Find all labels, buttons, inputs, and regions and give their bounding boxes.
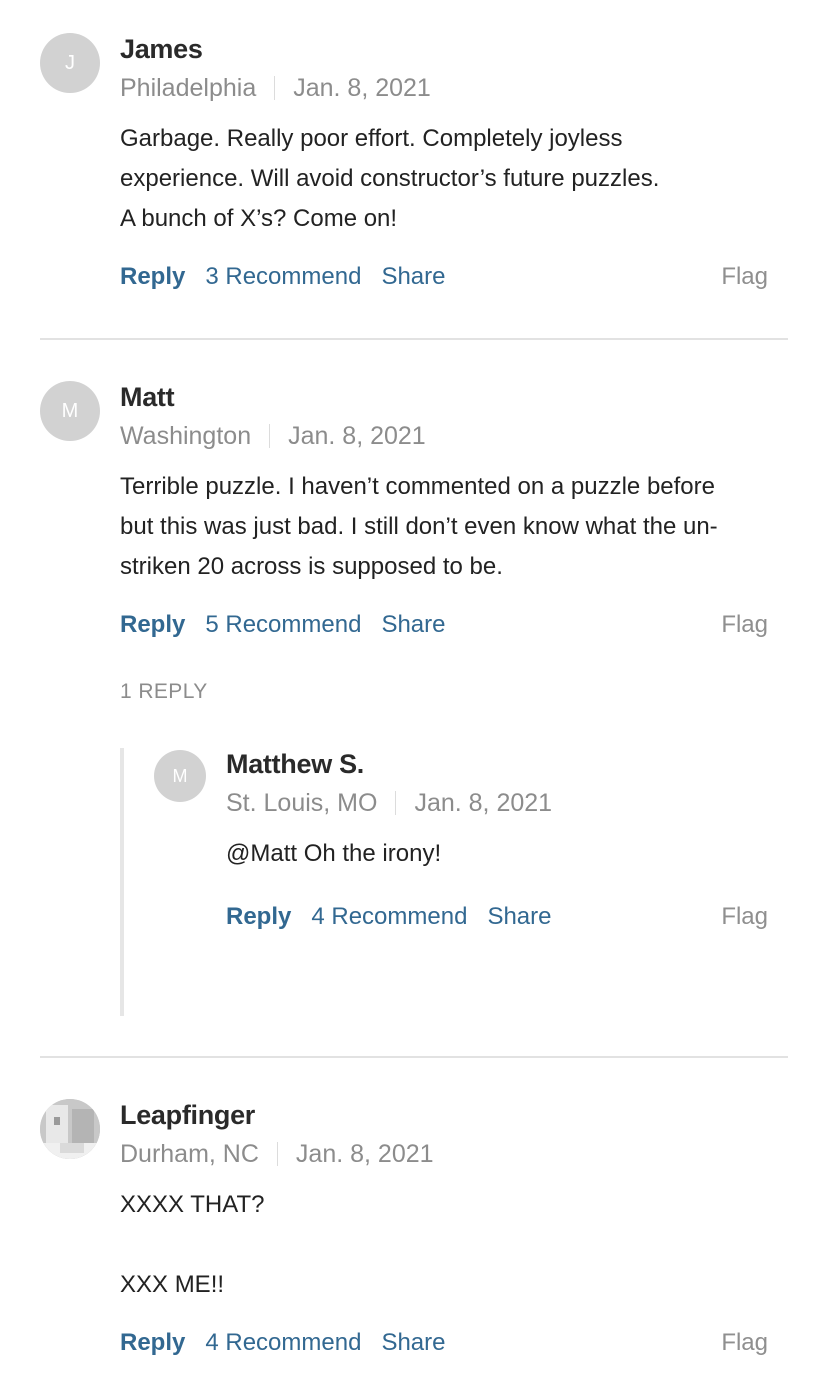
share-button[interactable]: Share	[487, 903, 551, 931]
comment-text: Garbage. Really poor effort. Completely …	[120, 119, 788, 239]
recommend-button[interactable]: 3 Recommend	[205, 263, 361, 291]
flag-button[interactable]: Flag	[721, 903, 768, 931]
avatar[interactable]: M	[40, 381, 100, 441]
reply-body: Matthew S. St. Louis, MO Jan. 8, 2021 @M…	[226, 748, 788, 874]
comment-meta: Durham, NC Jan. 8, 2021	[120, 1139, 788, 1169]
comment-actions: Reply 3 Recommend Share Flag	[120, 263, 768, 291]
flag-button[interactable]: Flag	[721, 611, 768, 639]
share-button[interactable]: Share	[381, 1329, 445, 1357]
comment-text-line: A bunch of X’s? Come on!	[120, 205, 398, 232]
user-photo-icon-graphic	[40, 1099, 100, 1159]
comment-divider	[40, 1056, 788, 1058]
comment-text: Terrible puzzle. I haven’t commented on …	[120, 467, 788, 587]
share-button[interactable]: Share	[381, 611, 445, 639]
recommend-button[interactable]: 4 Recommend	[205, 1329, 361, 1357]
reply-button[interactable]: Reply	[120, 1329, 185, 1357]
comment-text-line: @Matt Oh the irony!	[226, 840, 442, 867]
comment-meta: Washington Jan. 8, 2021	[120, 421, 788, 451]
comment-body: Matt Washington Jan. 8, 2021 Terrible pu…	[120, 381, 788, 587]
commenter-name[interactable]: Matthew S.	[226, 748, 788, 780]
comment-meta: St. Louis, MO Jan. 8, 2021	[226, 788, 788, 818]
avatar[interactable]: J	[40, 33, 100, 93]
avatar[interactable]: M	[154, 750, 206, 802]
share-button[interactable]: Share	[381, 263, 445, 291]
comment-date: Jan. 8, 2021	[293, 74, 431, 102]
commenter-name[interactable]: Matt	[120, 381, 788, 413]
comment-text-line	[120, 1225, 788, 1265]
reply-thread: M Matthew S. St. Louis, MO Jan. 8, 2021 …	[120, 748, 788, 1016]
comment-text: @Matt Oh the irony!	[226, 834, 788, 874]
commenter-location: Durham, NC	[120, 1140, 259, 1168]
meta-divider	[395, 791, 397, 815]
comment-date: Jan. 8, 2021	[288, 422, 426, 450]
comment-text-line: but this was just bad. I still don’t eve…	[120, 513, 718, 540]
comment-body: Leapfinger Durham, NC Jan. 8, 2021 XXXX …	[120, 1099, 788, 1305]
comment-actions: Reply 4 Recommend Share Flag	[226, 903, 768, 931]
meta-divider	[276, 1142, 278, 1166]
comment: J James Philadelphia Jan. 8, 2021 Garbag…	[40, 33, 788, 303]
commenter-name[interactable]: James	[120, 33, 788, 65]
flag-button[interactable]: Flag	[721, 1329, 768, 1357]
comment-text-line: XXX ME!!	[120, 1271, 225, 1298]
commenter-location: Washington	[120, 422, 252, 450]
comment: M Matt Washington Jan. 8, 2021 Terrible …	[40, 381, 788, 651]
comment-text-line: Garbage. Really poor effort. Completely …	[120, 125, 623, 152]
comment-meta: Philadelphia Jan. 8, 2021	[120, 73, 788, 103]
meta-divider	[274, 76, 276, 100]
comment-date: Jan. 8, 2021	[414, 789, 553, 817]
comment: Leapfinger Durham, NC Jan. 8, 2021 XXXX …	[40, 1099, 788, 1379]
reply-button[interactable]: Reply	[120, 611, 185, 639]
comment-actions: Reply 4 Recommend Share Flag	[120, 1329, 768, 1357]
recommend-button[interactable]: 5 Recommend	[205, 611, 361, 639]
commenter-name[interactable]: Leapfinger	[120, 1099, 788, 1131]
user-photo-icon[interactable]	[40, 1099, 100, 1159]
reply-button[interactable]: Reply	[120, 263, 185, 291]
recommend-button[interactable]: 4 Recommend	[311, 903, 467, 931]
comment-text-line: experience. Will avoid constructor’s fut…	[120, 165, 660, 192]
comment-actions: Reply 5 Recommend Share Flag	[120, 611, 768, 639]
comment-date: Jan. 8, 2021	[295, 1140, 434, 1168]
commenter-location: Philadelphia	[120, 74, 257, 102]
meta-divider	[269, 424, 271, 448]
comment-text: XXXX THAT? XXX ME!!	[120, 1185, 788, 1305]
commenter-location: St. Louis, MO	[226, 789, 378, 817]
reply-button[interactable]: Reply	[226, 903, 291, 931]
comment-divider	[40, 338, 788, 340]
comment-text-line: Terrible puzzle. I haven’t commented on …	[120, 473, 715, 500]
comment-text-line: striken 20 across is supposed to be.	[120, 553, 503, 580]
comment-body: James Philadelphia Jan. 8, 2021 Garbage.…	[120, 33, 788, 239]
comment-text-line: XXXX THAT?	[120, 1191, 265, 1218]
replies-count-toggle[interactable]: 1 REPLY	[120, 680, 208, 704]
flag-button[interactable]: Flag	[721, 263, 768, 291]
